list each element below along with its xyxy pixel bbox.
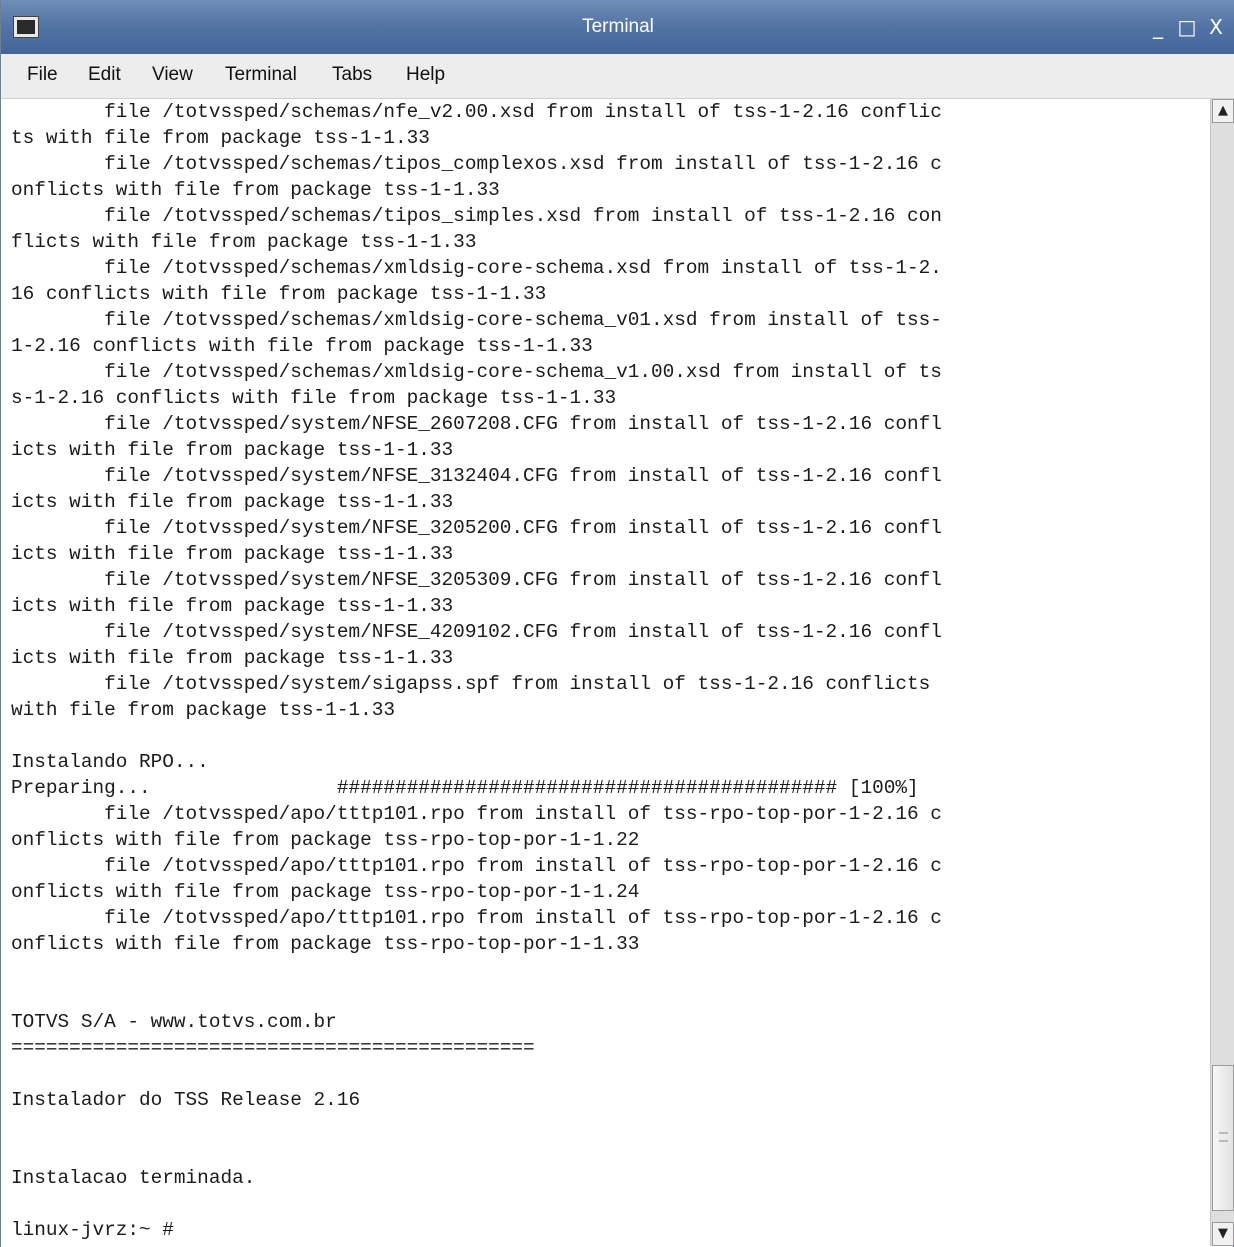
terminal-line: TOTVS S/A - www.totvs.com.br	[11, 1011, 337, 1033]
terminal-line: ts with file from package tss-1-1.33	[11, 127, 430, 149]
terminal-line: onflicts with file from package tss-rpo-…	[11, 881, 640, 903]
terminal-line: file /totvssped/schemas/nfe_v2.00.xsd fr…	[11, 101, 942, 123]
maximize-button[interactable]: □	[1175, 15, 1199, 39]
terminal-line: file /totvssped/system/sigapss.spf from …	[11, 673, 931, 695]
terminal-line: file /totvssped/apo/tttp101.rpo from ins…	[11, 907, 942, 929]
terminal-line: file /totvssped/apo/tttp101.rpo from ins…	[11, 855, 942, 877]
terminal-line: file /totvssped/system/NFSE_3132404.CFG …	[11, 465, 942, 487]
terminal-line: icts with file from package tss-1-1.33	[11, 543, 454, 565]
terminal-line: file /totvssped/schemas/tipos_complexos.…	[11, 153, 942, 175]
terminal-line: linux-jvrz:~ #	[11, 1219, 174, 1241]
terminal-line: onflicts with file from package tss-rpo-…	[11, 933, 640, 955]
terminal-line: file /totvssped/system/NFSE_3205200.CFG …	[11, 517, 942, 539]
menu-edit[interactable]: Edit	[88, 64, 121, 86]
menu-tabs[interactable]: Tabs	[332, 64, 372, 86]
terminal-line: file /totvssped/schemas/tipos_simples.xs…	[11, 205, 942, 227]
terminal-line: onflicts with file from package tss-rpo-…	[11, 829, 640, 851]
close-button[interactable]: X	[1204, 15, 1228, 39]
terminal-line: file /totvssped/schemas/xmldsig-core-sch…	[11, 309, 942, 331]
terminal-line: file /totvssped/system/NFSE_3205309.CFG …	[11, 569, 942, 591]
terminal-line: Instalacao terminada.	[11, 1167, 256, 1189]
menu-terminal[interactable]: Terminal	[225, 64, 297, 86]
terminal-line: file /totvssped/schemas/xmldsig-core-sch…	[11, 257, 942, 279]
terminal-window: Terminal _ □ X File Edit View Terminal T…	[0, 0, 1234, 1247]
terminal-line: 16 conflicts with file from package tss-…	[11, 283, 547, 305]
vertical-scrollbar[interactable]: ▲ ▼	[1210, 99, 1234, 1246]
title-bar[interactable]: Terminal _ □ X	[1, 0, 1234, 55]
menu-file[interactable]: File	[27, 64, 58, 86]
menu-help[interactable]: Help	[406, 64, 445, 86]
menu-bar: File Edit View Terminal Tabs Help	[1, 54, 1234, 99]
scroll-down-button[interactable]: ▼	[1212, 1222, 1234, 1246]
scroll-grip-icon	[1219, 1132, 1228, 1142]
scroll-up-button[interactable]: ▲	[1212, 99, 1234, 123]
terminal-line: with file from package tss-1-1.33	[11, 699, 395, 721]
terminal-line: flicts with file from package tss-1-1.33	[11, 231, 477, 253]
terminal-line: file /totvssped/system/NFSE_4209102.CFG …	[11, 621, 942, 643]
window-title: Terminal	[582, 16, 654, 37]
terminal-line: file /totvssped/system/NFSE_2607208.CFG …	[11, 413, 942, 435]
terminal-line: icts with file from package tss-1-1.33	[11, 647, 454, 669]
terminal-line: icts with file from package tss-1-1.33	[11, 595, 454, 617]
terminal-line: Instalando RPO...	[11, 751, 209, 773]
terminal-line: Instalador do TSS Release 2.16	[11, 1089, 361, 1111]
terminal-line: onflicts with file from package tss-1-1.…	[11, 179, 500, 201]
scroll-thumb[interactable]	[1212, 1065, 1234, 1211]
terminal-line: file /totvssped/schemas/xmldsig-core-sch…	[11, 361, 942, 383]
menu-view[interactable]: View	[152, 64, 193, 86]
terminal-line: s-1-2.16 conflicts with file from packag…	[11, 387, 617, 409]
terminal-line: icts with file from package tss-1-1.33	[11, 491, 454, 513]
terminal-content[interactable]: file /totvssped/schemas/nfe_v2.00.xsd fr…	[2, 99, 1209, 1246]
minimize-button[interactable]: _	[1146, 15, 1170, 39]
terminal-line: file /totvssped/apo/tttp101.rpo from ins…	[11, 803, 942, 825]
terminal-line: icts with file from package tss-1-1.33	[11, 439, 454, 461]
terminal-line: Preparing... ###########################…	[11, 777, 919, 799]
terminal-line: 1-2.16 conflicts with file from package …	[11, 335, 593, 357]
terminal-line: ========================================…	[11, 1037, 535, 1059]
terminal-output[interactable]: file /totvssped/schemas/nfe_v2.00.xsd fr…	[11, 99, 942, 1243]
